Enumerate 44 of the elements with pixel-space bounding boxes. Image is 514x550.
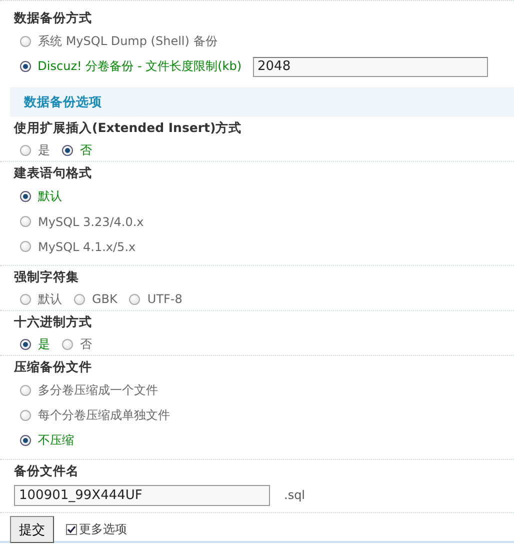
radio-button[interactable] bbox=[129, 294, 140, 304]
section-title: 数据备份方式 bbox=[14, 8, 93, 26]
section-title: 建表语句格式 bbox=[14, 164, 93, 182]
option-label: 多分卷压缩成一个文件 bbox=[38, 382, 158, 399]
radio-button[interactable] bbox=[20, 294, 31, 304]
checkbox[interactable] bbox=[66, 524, 77, 535]
option-label: 不压缩 bbox=[38, 432, 74, 449]
radio-button[interactable] bbox=[20, 216, 31, 227]
section-header: 数据备份选项 bbox=[10, 87, 514, 117]
submit-button[interactable]: 提交 bbox=[10, 516, 54, 543]
option-label: 否 bbox=[80, 336, 92, 352]
radio-button[interactable] bbox=[74, 294, 85, 304]
radio-button[interactable] bbox=[20, 61, 31, 72]
option-label: 是 bbox=[38, 336, 50, 352]
section-title: 压缩备份文件 bbox=[14, 358, 93, 376]
radio-button[interactable] bbox=[20, 338, 31, 350]
option-label: 默认 bbox=[38, 290, 62, 308]
filename-field[interactable]: 100901_99X444UF bbox=[14, 484, 270, 506]
section-title: 十六进制方式 bbox=[14, 312, 93, 330]
radio-button[interactable] bbox=[20, 144, 31, 156]
radio-button[interactable] bbox=[62, 144, 73, 156]
option-label: GBK bbox=[92, 292, 118, 306]
radio-button[interactable] bbox=[20, 385, 31, 396]
radio-button[interactable] bbox=[62, 338, 73, 350]
radio-button[interactable] bbox=[20, 410, 31, 421]
option-label: MySQL 4.1.x/5.x bbox=[38, 240, 136, 254]
option-label: MySQL 3.23/4.0.x bbox=[38, 214, 144, 228]
option-label: 系统 MySQL Dump (Shell) 备份 bbox=[38, 33, 218, 50]
file-extension: .sql bbox=[284, 488, 306, 502]
option-label: UTF-8 bbox=[147, 292, 182, 306]
checkbox-label: 更多选项 bbox=[79, 521, 127, 538]
input-field[interactable]: 2048 bbox=[252, 56, 488, 76]
radio-button[interactable] bbox=[20, 36, 31, 47]
option-label: Discuz! 分卷备份 - 文件长度限制(kb) bbox=[38, 58, 242, 75]
option-label: 否 bbox=[80, 142, 92, 158]
radio-button[interactable] bbox=[20, 435, 31, 446]
section-title: 强制字符集 bbox=[14, 268, 80, 286]
option-label: 是 bbox=[38, 142, 50, 158]
section-title: 备份文件名 bbox=[14, 462, 80, 480]
radio-button[interactable] bbox=[20, 241, 31, 252]
radio-button[interactable] bbox=[20, 191, 31, 202]
option-label: 默认 bbox=[38, 188, 62, 205]
option-label: 每个分卷压缩成单独文件 bbox=[38, 407, 170, 424]
section-title: 使用扩展插入(Extended Insert)方式 bbox=[14, 118, 243, 136]
